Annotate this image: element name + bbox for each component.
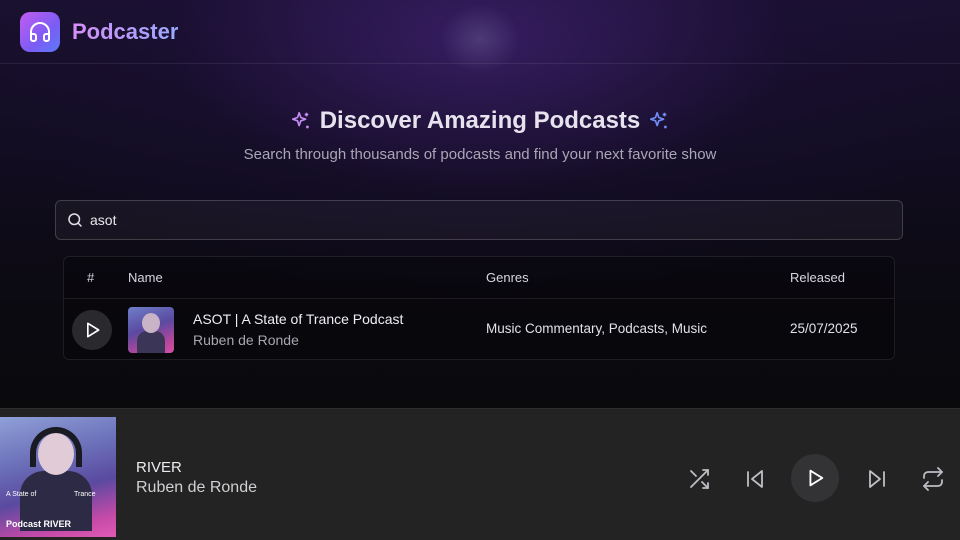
repeat-button[interactable] bbox=[920, 466, 946, 492]
cover-text-bottom: Podcast RIVER bbox=[6, 519, 72, 529]
podcast-title[interactable]: ASOT | A State of Trance Podcast bbox=[193, 311, 403, 327]
player-bar: A State of Trance Podcast RIVER RIVER Ru… bbox=[0, 408, 960, 540]
results-table: # Name Genres Released ASOT | A State of… bbox=[63, 256, 895, 360]
cover-text-right: Trance bbox=[74, 491, 96, 498]
sparkles-icon bbox=[650, 111, 668, 129]
hero-heading: Discover Amazing Podcasts bbox=[0, 104, 960, 138]
search-icon bbox=[68, 213, 82, 227]
podcast-release-date: 25/07/2025 bbox=[790, 321, 858, 336]
sparkles-icon bbox=[291, 111, 309, 129]
now-playing-title: RIVER bbox=[136, 459, 182, 476]
page-subtitle: Search through thousands of podcasts and… bbox=[243, 146, 717, 163]
column-header-genres: Genres bbox=[486, 270, 529, 285]
column-header-name: Name bbox=[128, 270, 163, 285]
page-title: Discover Amazing Podcasts bbox=[319, 107, 641, 134]
play-icon bbox=[809, 469, 824, 487]
search-input[interactable] bbox=[90, 212, 870, 228]
app-header: Podcaster bbox=[0, 0, 960, 64]
cover-text-left: A State of bbox=[6, 491, 37, 498]
podcast-genres: Music Commentary, Podcasts, Music bbox=[486, 321, 708, 336]
column-header-index: # bbox=[87, 270, 95, 285]
column-header-released: Released bbox=[790, 270, 845, 285]
shuffle-icon bbox=[690, 469, 709, 489]
podcast-thumbnail bbox=[128, 307, 174, 353]
repeat-icon bbox=[923, 467, 943, 491]
now-playing-artist: Ruben de Ronde bbox=[136, 479, 257, 496]
app-name[interactable]: Podcaster bbox=[72, 19, 178, 45]
previous-button[interactable] bbox=[742, 466, 768, 492]
row-play-button[interactable] bbox=[72, 310, 112, 350]
play-button[interactable] bbox=[791, 454, 839, 502]
table-row[interactable]: ASOT | A State of Trance Podcast Ruben d… bbox=[64, 299, 894, 360]
play-icon bbox=[87, 322, 100, 338]
search-bar[interactable] bbox=[55, 200, 903, 240]
podcast-author: Ruben de Ronde bbox=[193, 332, 299, 348]
headphones-icon bbox=[30, 21, 50, 42]
next-button[interactable] bbox=[864, 466, 890, 492]
app-logo[interactable] bbox=[20, 11, 60, 52]
table-header: # Name Genres Released bbox=[64, 257, 894, 299]
now-playing-cover: A State of Trance Podcast RIVER bbox=[0, 417, 116, 537]
skip-back-icon bbox=[747, 470, 763, 488]
shuffle-button[interactable] bbox=[686, 466, 712, 492]
skip-forward-icon bbox=[869, 470, 885, 488]
